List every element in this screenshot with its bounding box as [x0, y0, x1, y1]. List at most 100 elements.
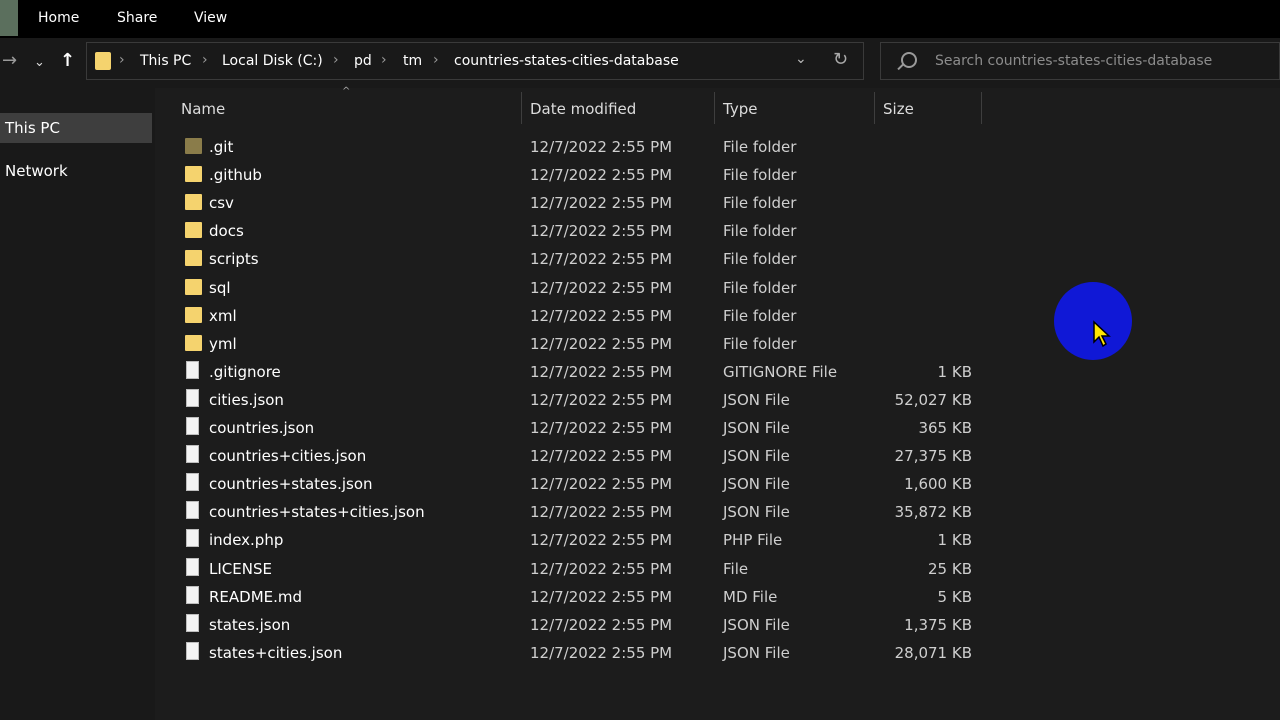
column-header-name[interactable]: Name — [181, 100, 225, 118]
file-row[interactable]: states.json 12/7/2022 2:55 PM JSON File 1,3… — [180, 611, 980, 639]
file-row[interactable]: countries+states+cities.json 12/7/2022 2:… — [180, 498, 980, 526]
ribbon: Home Share View — [0, 0, 1280, 38]
column-divider[interactable] — [714, 92, 715, 124]
folder-icon — [185, 334, 202, 351]
file-type: File folder — [723, 278, 797, 297]
file-type: GITIGNORE File — [723, 362, 838, 381]
file-row[interactable]: cities.json 12/7/2022 2:55 PM JSON File 52,… — [180, 386, 980, 414]
sidebar-item-this-pc[interactable]: This PC — [0, 113, 152, 143]
file-row[interactable]: index.php 12/7/2022 2:55 PM PHP File 1 KB — [180, 526, 980, 554]
folder-icon — [95, 52, 111, 70]
file-icon — [186, 585, 199, 604]
file-type: File folder — [723, 166, 797, 185]
file-row[interactable]: .gitignore 12/7/2022 2:55 PM GITIGNORE Fil… — [180, 358, 980, 386]
file-type: MD File — [723, 587, 778, 606]
mouse-pointer-icon — [1093, 320, 1111, 348]
file-icon — [186, 557, 199, 576]
column-header-size[interactable]: Size — [883, 100, 914, 118]
file-row[interactable]: countries+cities.json 12/7/2022 2:55 PM JS… — [180, 442, 980, 470]
breadcrumb-local-disk[interactable]: Local Disk (C:) — [222, 53, 323, 69]
folder-icon — [185, 278, 202, 295]
address-dropdown-icon[interactable]: ⌄ — [795, 51, 807, 67]
file-type: JSON File — [723, 475, 790, 494]
file-icon — [186, 613, 199, 632]
date-modified: 12/7/2022 2:55 PM — [530, 475, 673, 494]
column-divider[interactable] — [981, 92, 982, 124]
file-row[interactable]: csv 12/7/2022 2:55 PM File folder — [180, 189, 980, 217]
file-type: File folder — [723, 138, 797, 156]
file-size: 25 KB — [928, 559, 972, 578]
chevron-right-icon[interactable]: › — [433, 52, 439, 68]
file-icon — [186, 529, 199, 548]
file-type: File folder — [723, 334, 797, 353]
column-divider[interactable] — [521, 92, 522, 124]
chevron-right-icon[interactable]: › — [381, 52, 387, 68]
file-type: JSON File — [723, 419, 790, 437]
tab-view[interactable]: View — [194, 10, 227, 26]
chevron-right-icon[interactable]: › — [333, 52, 339, 68]
file-name: docs — [209, 222, 244, 241]
file-type: File — [723, 559, 749, 578]
date-modified: 12/7/2022 2:55 PM — [530, 362, 673, 381]
folder-icon — [185, 306, 202, 323]
file-icon — [186, 473, 199, 492]
date-modified: 12/7/2022 2:55 PM — [530, 503, 673, 522]
file-size: 27,375 KB — [894, 447, 972, 466]
forward-arrow-icon[interactable]: → — [2, 50, 17, 72]
search-box[interactable]: Search countries-states-cities-database — [880, 42, 1280, 80]
up-arrow-icon[interactable]: ↑ — [60, 50, 75, 72]
file-name: countries+cities.json — [209, 447, 367, 466]
file-row[interactable]: xml 12/7/2022 2:55 PM File folder — [180, 302, 980, 330]
chevron-right-icon[interactable]: › — [202, 52, 208, 68]
chevron-right-icon[interactable]: › — [119, 52, 125, 68]
file-size: 365 KB — [918, 419, 972, 437]
file-size: 28,071 KB — [894, 643, 972, 662]
date-modified: 12/7/2022 2:55 PM — [530, 615, 673, 634]
file-size: 52,027 KB — [894, 390, 972, 409]
file-row[interactable]: countries.json 12/7/2022 2:55 PM JSON File… — [180, 414, 980, 442]
date-modified: 12/7/2022 2:55 PM — [530, 447, 673, 466]
file-type: PHP File — [723, 531, 783, 550]
breadcrumb-this-pc[interactable]: This PC — [140, 53, 191, 69]
date-modified: 12/7/2022 2:55 PM — [530, 587, 673, 606]
sidebar-item-network[interactable]: Network — [0, 156, 152, 186]
file-size: 1,375 KB — [904, 615, 972, 634]
file-row[interactable]: .github 12/7/2022 2:55 PM File folder — [180, 161, 980, 189]
address-bar[interactable]: › This PC › Local Disk (C:) › pd › tm › … — [86, 42, 864, 80]
file-row[interactable]: docs 12/7/2022 2:55 PM File folder — [180, 217, 980, 245]
date-modified: 12/7/2022 2:55 PM — [530, 194, 673, 213]
file-name: countries+states.json — [209, 475, 373, 494]
folder-icon — [185, 222, 202, 239]
file-icon — [186, 417, 199, 435]
ribbon-file-tab[interactable] — [0, 0, 18, 36]
breadcrumb-current-folder[interactable]: countries-states-cities-database — [454, 53, 679, 69]
file-row[interactable]: README.md 12/7/2022 2:55 PM MD File 5 KB — [180, 583, 980, 611]
file-row[interactable]: yml 12/7/2022 2:55 PM File folder — [180, 330, 980, 358]
recent-locations-chevron-icon[interactable]: ⌄ — [34, 52, 45, 74]
tab-share[interactable]: Share — [117, 10, 157, 26]
column-header-date-modified[interactable]: Date modified — [530, 100, 636, 118]
file-row[interactable]: countries+states.json 12/7/2022 2:55 PM JS… — [180, 470, 980, 498]
tab-home[interactable]: Home — [38, 10, 79, 26]
search-placeholder: Search countries-states-cities-database — [935, 53, 1213, 69]
breadcrumb-pd[interactable]: pd — [354, 53, 372, 69]
file-size: 5 KB — [937, 587, 972, 606]
file-row[interactable]: .git 12/7/2022 2:55 PM File folder — [180, 133, 980, 161]
file-name: LICENSE — [209, 559, 272, 578]
file-name: csv — [209, 194, 234, 213]
file-row[interactable]: scripts 12/7/2022 2:55 PM File folder — [180, 245, 980, 273]
file-name: sql — [209, 278, 231, 297]
file-name: countries.json — [209, 419, 315, 437]
date-modified: 12/7/2022 2:55 PM — [530, 306, 673, 325]
file-row[interactable]: states+cities.json 12/7/2022 2:55 PM JSON … — [180, 639, 980, 667]
refresh-icon[interactable]: ↻ — [833, 49, 848, 70]
breadcrumb-tm[interactable]: tm — [403, 53, 422, 69]
file-row[interactable]: sql 12/7/2022 2:55 PM File folder — [180, 274, 980, 302]
file-row[interactable]: LICENSE 12/7/2022 2:55 PM File 25 KB — [180, 555, 980, 583]
file-type: File folder — [723, 250, 797, 269]
date-modified: 12/7/2022 2:55 PM — [530, 138, 673, 156]
column-divider[interactable] — [874, 92, 875, 124]
column-header-type[interactable]: Type — [723, 100, 757, 118]
file-name: scripts — [209, 250, 259, 269]
file-type: JSON File — [723, 447, 790, 466]
